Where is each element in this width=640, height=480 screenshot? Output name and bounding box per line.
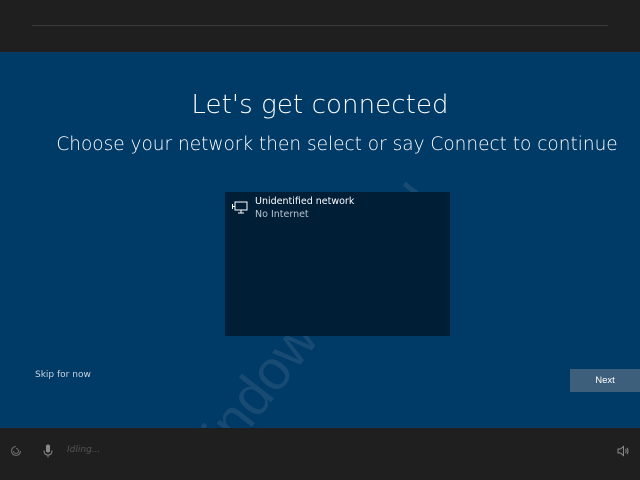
top-divider <box>32 25 608 26</box>
next-button[interactable]: Next <box>570 369 640 392</box>
wired-network-icon <box>232 201 248 214</box>
setup-page: windowstips.ru Let's get connected Choos… <box>0 52 640 428</box>
page-title: Let's get connected <box>191 90 449 120</box>
network-item-unidentified[interactable]: Unidentified network No Internet <box>225 192 450 226</box>
ease-of-access-icon[interactable] <box>10 445 22 457</box>
skip-for-now-link[interactable]: Skip for now <box>35 370 91 380</box>
network-name: Unidentified network <box>255 196 355 207</box>
volume-icon[interactable] <box>617 445 629 457</box>
top-bar <box>0 0 640 52</box>
bottom-bar: Idling... <box>0 428 640 480</box>
page-subtitle: Choose your network then select or say C… <box>56 134 618 155</box>
microphone-icon[interactable] <box>43 444 53 458</box>
cortana-status-text: Idling... <box>67 445 101 455</box>
network-status: No Internet <box>255 209 309 220</box>
network-list: Unidentified network No Internet <box>225 192 450 336</box>
